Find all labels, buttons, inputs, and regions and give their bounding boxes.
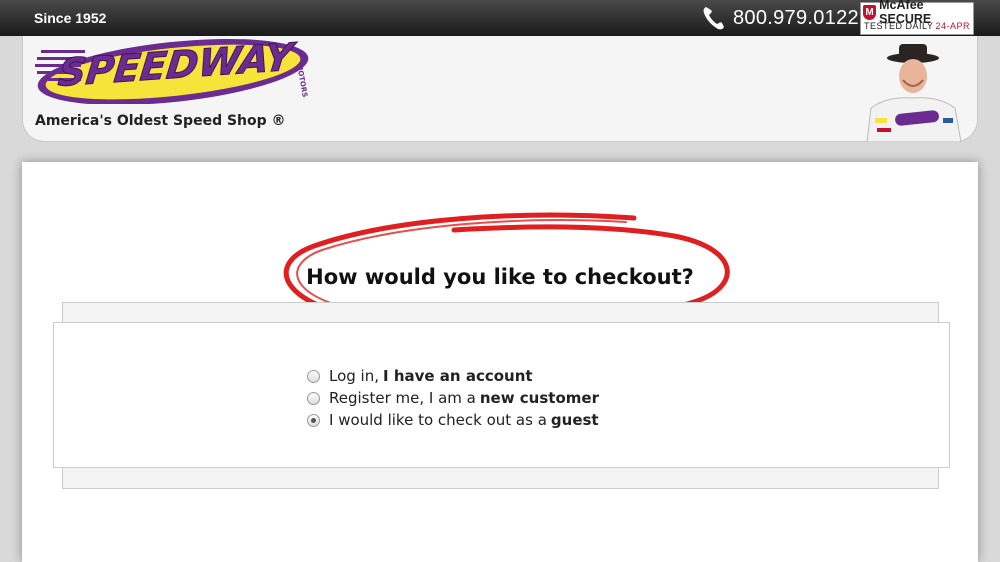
option-log-in[interactable]: Log in, I have an account: [307, 365, 599, 387]
svg-text:SPEEDWAY: SPEEDWAY: [56, 35, 298, 96]
phone-number[interactable]: 800.979.0122: [733, 7, 859, 30]
mcafee-tested-label: TESTED DAILY: [864, 21, 934, 31]
checkout-question: How would you like to checkout?: [306, 265, 694, 289]
checkout-options: Log in, I have an account Register me, I…: [307, 365, 599, 431]
radio-register[interactable]: [307, 391, 320, 405]
mascot-photo: [866, 44, 962, 142]
mcafee-date: 24-APR: [935, 21, 970, 31]
mcafee-secure-badge[interactable]: M McAfee SECURE TESTED DAILY 24-APR: [860, 0, 974, 35]
checkout-options-box: Log in, I have an account Register me, I…: [53, 322, 950, 468]
svg-text:MOTORS: MOTORS: [295, 63, 309, 98]
speedway-motors-logo[interactable]: SPEEDWAY MOTORS: [33, 24, 315, 104]
site-header: SPEEDWAY MOTORS America's Oldest Speed S…: [22, 35, 978, 142]
option-register-prefix: Register me, I am a: [329, 389, 476, 407]
checkout-panel: How would you like to checkout? Log in, …: [22, 162, 978, 562]
option-log-in-bold: I have an account: [383, 367, 533, 385]
radio-guest[interactable]: [307, 413, 320, 427]
option-guest-bold: guest: [550, 411, 599, 429]
option-register[interactable]: Register me, I am a new customer: [307, 387, 599, 409]
option-guest[interactable]: I would like to check out as a guest: [307, 409, 599, 431]
radio-log-in[interactable]: [307, 369, 320, 383]
phone-contact[interactable]: 800.979.0122: [700, 4, 859, 32]
phone-icon: [703, 7, 724, 30]
option-log-in-prefix: Log in,: [329, 367, 380, 385]
option-guest-prefix: I would like to check out as a: [329, 411, 547, 429]
tagline: America's Oldest Speed Shop ®: [35, 113, 286, 129]
option-register-bold: new customer: [479, 389, 599, 407]
mcafee-shield-icon: M: [863, 4, 877, 20]
